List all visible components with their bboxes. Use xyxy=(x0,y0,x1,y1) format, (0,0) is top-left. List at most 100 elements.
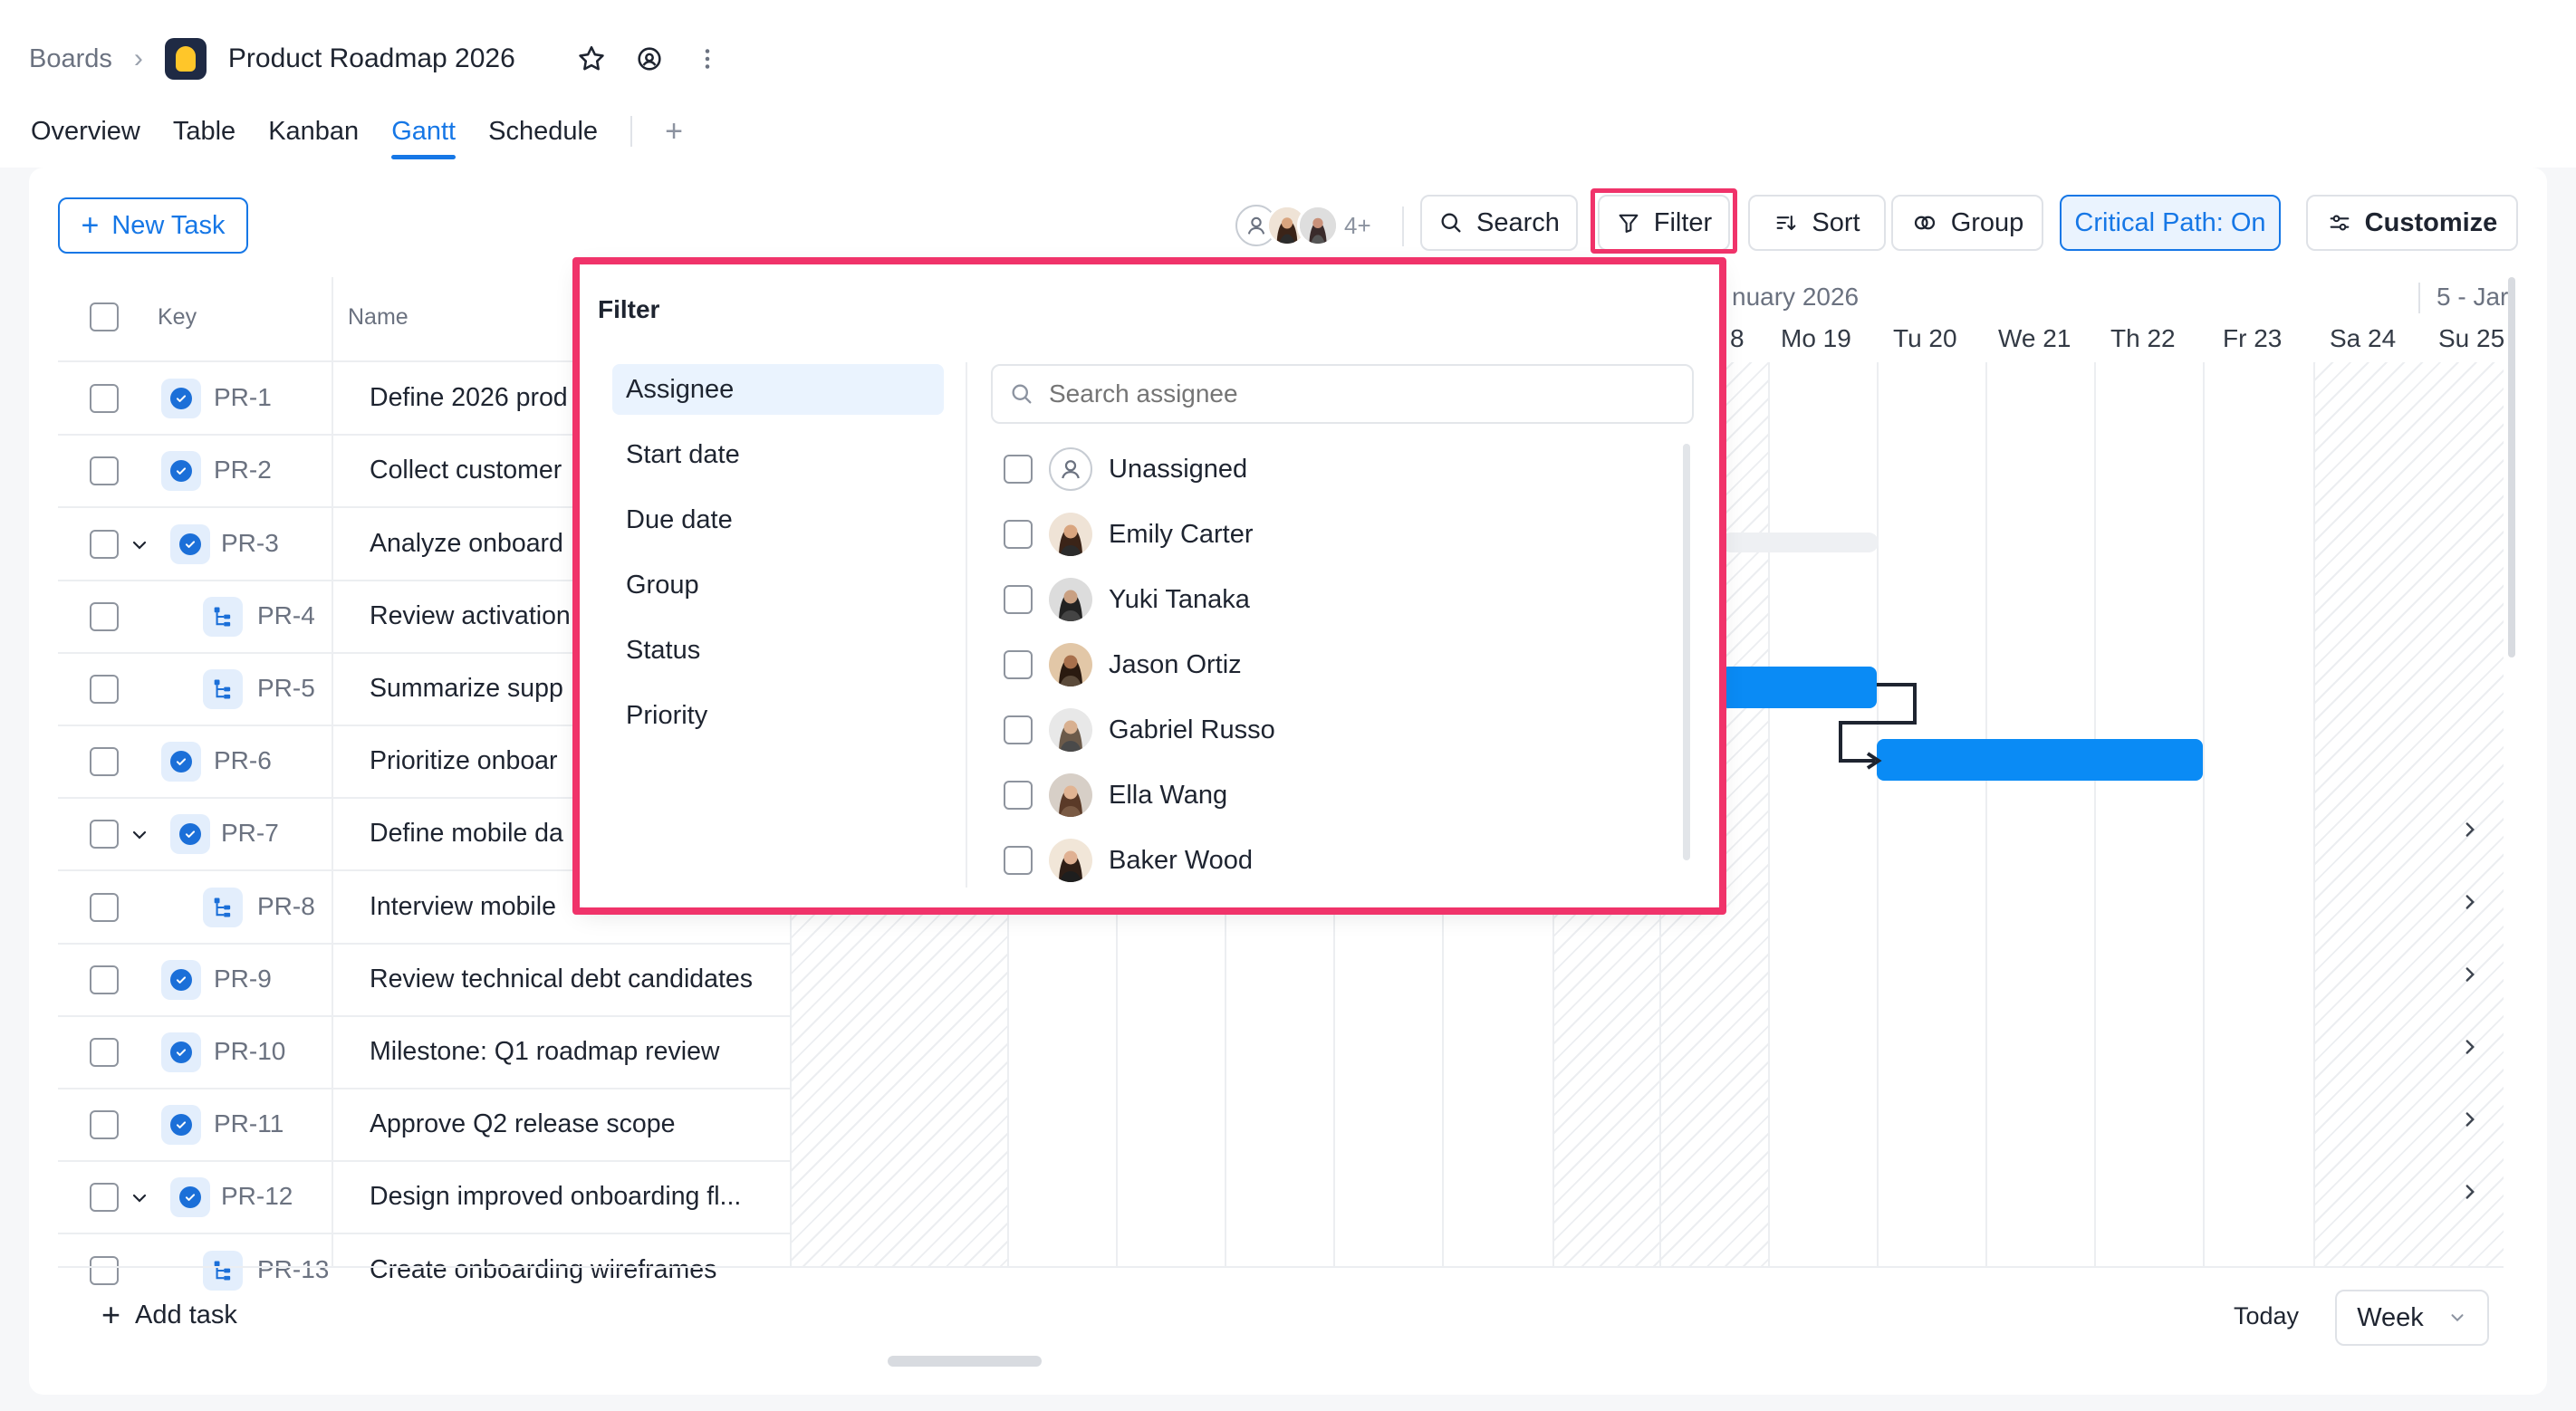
tab-overview[interactable]: Overview xyxy=(31,117,140,147)
task-name[interactable]: Review technical debt candidates xyxy=(370,965,753,994)
task-name[interactable]: Collect customer xyxy=(370,456,562,485)
filter-category-assignee[interactable]: Assignee xyxy=(612,364,944,415)
add-task-button[interactable]: + Add task xyxy=(101,1299,237,1331)
filter-category-due-date[interactable]: Due date xyxy=(612,494,944,545)
task-name[interactable]: Define 2026 prod xyxy=(370,383,568,413)
row-checkbox[interactable] xyxy=(90,674,119,704)
task-key[interactable]: PR-9 xyxy=(214,965,272,993)
task-key[interactable]: PR-8 xyxy=(257,892,315,921)
assignee-option[interactable]: Gabriel Russo xyxy=(1004,705,1275,755)
filter-category-start-date[interactable]: Start date xyxy=(612,429,944,480)
assignee-option[interactable]: Baker Wood xyxy=(1004,835,1253,886)
row-checkbox[interactable] xyxy=(90,601,119,631)
task-name[interactable]: Approve Q2 release scope xyxy=(370,1109,675,1139)
watch-icon[interactable] xyxy=(631,41,668,77)
task-bar-ghost[interactable] xyxy=(1721,533,1879,552)
assignee-checkbox[interactable] xyxy=(1004,585,1033,614)
assignee-checkbox[interactable] xyxy=(1004,781,1033,810)
group-button[interactable]: Group xyxy=(1891,195,2043,251)
chevron-right-icon[interactable] xyxy=(2458,1177,2482,1211)
star-icon[interactable] xyxy=(573,41,610,77)
assignee-option[interactable]: Yuki Tanaka xyxy=(1004,574,1250,625)
row-checkbox[interactable] xyxy=(90,1037,119,1067)
customize-button[interactable]: Customize xyxy=(2306,195,2518,251)
row-checkbox[interactable] xyxy=(90,529,119,559)
assignee-option[interactable]: Jason Ortiz xyxy=(1004,639,1242,690)
task-key[interactable]: PR-3 xyxy=(221,529,279,558)
column-header-name[interactable]: Name xyxy=(348,304,409,331)
chevron-right-icon[interactable] xyxy=(2458,888,2482,921)
more-vertical-icon[interactable] xyxy=(689,41,726,77)
row-checkbox[interactable] xyxy=(90,384,119,414)
task-key[interactable]: PR-2 xyxy=(214,456,272,485)
row-checkbox[interactable] xyxy=(90,1255,119,1285)
task-name[interactable]: Milestone: Q1 roadmap review xyxy=(370,1037,720,1067)
filter-options-scrollbar[interactable] xyxy=(1683,444,1690,860)
task-key[interactable]: PR-1 xyxy=(214,383,272,412)
task-name[interactable]: Interview mobile xyxy=(370,892,556,922)
assignee-search-input[interactable] xyxy=(1049,379,1376,408)
new-task-button[interactable]: + New Task xyxy=(58,197,248,254)
chevron-down-icon[interactable] xyxy=(129,823,150,852)
row-checkbox[interactable] xyxy=(90,892,119,922)
task-name[interactable]: Design improved onboarding fl... xyxy=(370,1182,741,1212)
plus-icon: + xyxy=(81,208,100,243)
avatar-group[interactable]: 4+ xyxy=(1235,201,1371,250)
column-header-key[interactable]: Key xyxy=(158,304,197,331)
tab-kanban[interactable]: Kanban xyxy=(268,117,359,147)
tab-table[interactable]: Table xyxy=(173,117,235,147)
task-key[interactable]: PR-10 xyxy=(214,1037,285,1066)
task-name[interactable]: Analyze onboard xyxy=(370,529,563,559)
task-name[interactable]: Prioritize onboar xyxy=(370,746,558,776)
select-all-checkbox[interactable] xyxy=(90,302,119,331)
assignee-option[interactable]: Unassigned xyxy=(1004,444,1247,494)
task-key[interactable]: PR-6 xyxy=(214,746,272,775)
tab-schedule[interactable]: Schedule xyxy=(488,117,598,147)
chevron-down-icon[interactable] xyxy=(129,533,150,562)
task-name[interactable]: Summarize supp xyxy=(370,674,563,704)
assignee-option[interactable]: Ella Wang xyxy=(1004,770,1227,821)
assignee-search-box[interactable] xyxy=(991,364,1694,424)
row-checkbox[interactable] xyxy=(90,747,119,777)
chevron-right-icon[interactable] xyxy=(2458,960,2482,993)
filter-category-priority[interactable]: Priority xyxy=(612,690,944,741)
task-name[interactable]: Create onboarding wireframes xyxy=(370,1255,716,1285)
task-key[interactable]: PR-13 xyxy=(257,1255,329,1284)
task-key[interactable]: PR-11 xyxy=(214,1109,284,1138)
task-name[interactable]: Define mobile da xyxy=(370,819,563,849)
task-name[interactable]: Review activation xyxy=(370,601,571,631)
assignee-checkbox[interactable] xyxy=(1004,650,1033,679)
assignee-option[interactable]: Emily Carter xyxy=(1004,509,1254,560)
breadcrumb-boards[interactable]: Boards xyxy=(29,44,112,74)
row-checkbox[interactable] xyxy=(90,965,119,994)
view-tabs: Overview Table Kanban Gantt Schedule + xyxy=(31,109,683,159)
filter-category-group[interactable]: Group xyxy=(612,560,944,610)
assignee-checkbox[interactable] xyxy=(1004,846,1033,875)
row-checkbox[interactable] xyxy=(90,820,119,849)
chevron-down-icon[interactable] xyxy=(129,1186,150,1215)
critical-path-toggle[interactable]: Critical Path: On xyxy=(2060,195,2281,251)
assignee-checkbox[interactable] xyxy=(1004,455,1033,484)
sort-button[interactable]: Sort xyxy=(1748,195,1886,251)
horizontal-scrollbar[interactable] xyxy=(888,1356,1042,1367)
search-button[interactable]: Search xyxy=(1420,195,1578,251)
filter-category-status[interactable]: Status xyxy=(612,625,944,676)
chevron-right-icon[interactable] xyxy=(2458,1105,2482,1138)
vertical-scrollbar[interactable] xyxy=(2508,277,2515,658)
today-button[interactable]: Today xyxy=(2234,1302,2299,1330)
zoom-select[interactable]: Week xyxy=(2335,1290,2489,1346)
task-key[interactable]: PR-12 xyxy=(221,1182,293,1211)
chevron-right-icon[interactable] xyxy=(2458,1032,2482,1066)
task-key[interactable]: PR-4 xyxy=(257,601,315,630)
assignee-checkbox[interactable] xyxy=(1004,715,1033,744)
row-checkbox[interactable] xyxy=(90,456,119,486)
header-divider xyxy=(332,277,333,1266)
tab-gantt[interactable]: Gantt xyxy=(391,117,456,159)
task-key[interactable]: PR-7 xyxy=(221,819,279,848)
assignee-checkbox[interactable] xyxy=(1004,520,1033,549)
chevron-right-icon[interactable] xyxy=(2458,815,2482,849)
row-checkbox[interactable] xyxy=(90,1183,119,1213)
add-view-icon[interactable]: + xyxy=(665,114,683,149)
row-checkbox[interactable] xyxy=(90,1110,119,1140)
task-key[interactable]: PR-5 xyxy=(257,674,315,703)
